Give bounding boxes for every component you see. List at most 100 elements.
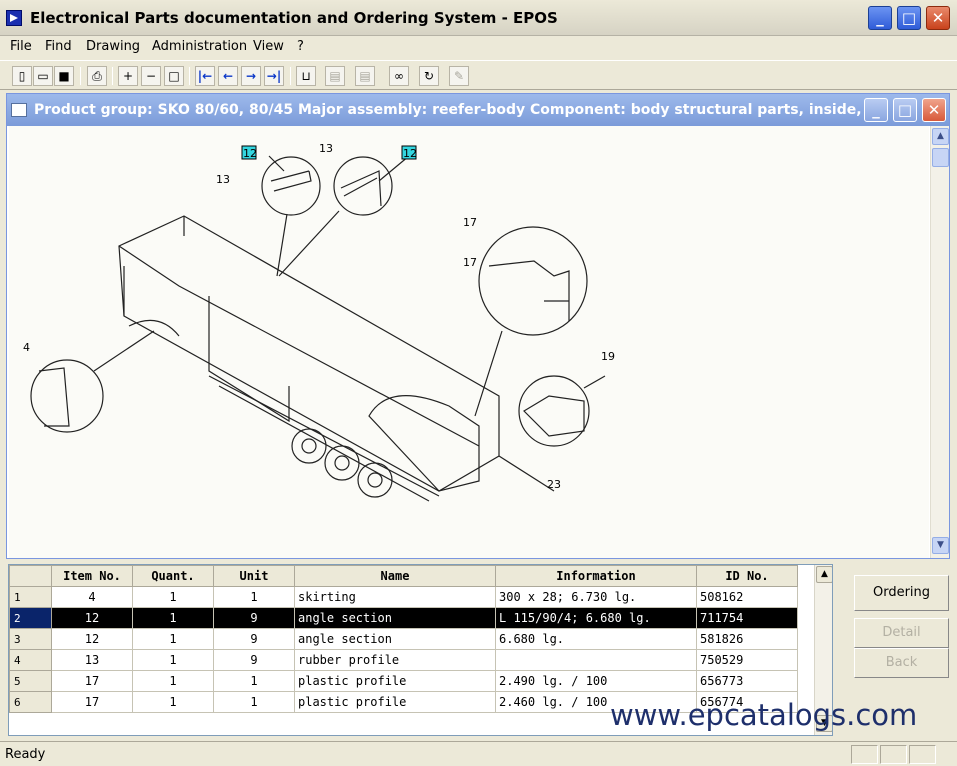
document-icon[interactable]: ▤ [325,66,345,86]
parts-table: Item No. Quant. Unit Name Information ID… [9,565,798,713]
trailer-drawing: 12 13 13 12 17 17 4 19 23 [23,142,615,502]
menu-view[interactable]: View [253,39,284,54]
callout-4: 4 [23,341,30,354]
menu-file[interactable]: File [10,39,32,54]
column-header-name[interactable]: Name [294,565,496,587]
column-header-unit[interactable]: Unit [213,565,295,587]
cell-unit: 1 [213,670,295,692]
child-minimize-button[interactable]: _ [864,98,888,122]
drawing-vertical-scrollbar[interactable]: ▲ ▼ [930,126,949,558]
zoom-out-icon[interactable]: − [141,66,161,86]
open-icon[interactable]: ▭ [33,66,53,86]
drawing-window: Product group: SKO 80/60, 80/45 Major as… [6,93,950,559]
table-row[interactable]: 4 13 1 9 rubber profile 750529 [9,649,798,671]
cell-item-no: 13 [51,649,133,671]
cart-icon[interactable]: ⊔ [296,66,316,86]
row-number: 1 [9,586,52,608]
trailer-body-outline [118,215,500,492]
ordering-button[interactable]: Ordering [854,575,949,611]
binoculars-icon[interactable]: ∞ [389,66,409,86]
column-header-information[interactable]: Information [495,565,697,587]
cell-name: angle section [294,628,496,650]
row-number: 6 [9,691,52,713]
new-icon[interactable]: ▯ [12,66,32,86]
cell-item-no: 4 [51,586,133,608]
child-close-button[interactable]: ✕ [922,98,946,122]
scroll-thumb[interactable] [932,148,949,167]
scroll-down-icon[interactable]: ▼ [932,537,949,554]
detail-section [270,170,312,192]
cell-unit: 9 [213,649,295,671]
row-number: 2 [9,607,52,629]
cell-name: skirting [294,586,496,608]
last-icon[interactable]: →| [264,66,284,86]
exploded-drawing[interactable]: 12 13 13 12 17 17 4 19 23 [9,126,929,558]
cell-unit: 9 [213,628,295,650]
cell-id-no: 656773 [696,670,798,692]
wheel-hub [334,455,350,471]
status-panel [880,745,907,764]
cell-information [495,649,697,671]
table-row[interactable]: 5 17 1 1 plastic profile 2.490 lg. / 100… [9,670,798,692]
cell-name: plastic profile [294,691,496,713]
document-icon[interactable]: ▤ [355,66,375,86]
print-icon[interactable]: ⎙ [87,66,107,86]
cell-unit: 1 [213,691,295,713]
trailer-front-curve [128,319,180,337]
cell-information: 300 x 28; 6.730 lg. [495,586,697,608]
wheel-hub [367,472,383,488]
cell-id-no: 711754 [696,607,798,629]
row-number: 5 [9,670,52,692]
close-button[interactable]: ✕ [926,6,950,30]
scroll-up-icon[interactable]: ▲ [932,128,949,145]
table-row[interactable]: 3 12 1 9 angle section 6.680 lg. 581826 [9,628,798,650]
cell-id-no: 581826 [696,628,798,650]
callout-12: 12 [403,147,417,160]
window-icon [11,103,27,117]
column-header-quant[interactable]: Quant. [132,565,214,587]
maximize-button[interactable]: □ [897,6,921,30]
menu-bar: File Find Drawing Administration View ? [0,36,957,58]
menu-administration[interactable]: Administration [152,39,247,54]
wheel [291,428,327,464]
table-row[interactable]: 1 4 1 1 skirting 300 x 28; 6.730 lg. 508… [9,586,798,608]
cell-quant: 1 [132,691,214,713]
cell-id-no: 508162 [696,586,798,608]
zoom-fit-icon[interactable]: □ [164,66,184,86]
table-row-selected[interactable]: 2 12 1 9 angle section L 115/90/4; 6.680… [9,607,798,629]
pencil-icon[interactable]: ✎ [449,66,469,86]
back-button[interactable]: Back [854,648,949,678]
refresh-icon[interactable]: ↻ [419,66,439,86]
first-icon[interactable]: |← [195,66,215,86]
save-icon[interactable]: ■ [54,66,74,86]
child-maximize-button[interactable]: □ [893,98,917,122]
next-icon[interactable]: → [241,66,261,86]
callout-13: 13 [216,173,230,186]
cell-information: 2.490 lg. / 100 [495,670,697,692]
cell-item-no: 12 [51,628,133,650]
detail-section [340,170,382,207]
previous-icon[interactable]: ← [218,66,238,86]
zoom-in-icon[interactable]: + [118,66,138,86]
menu-help[interactable]: ? [297,39,304,54]
callout-19: 19 [601,350,615,363]
menu-drawing[interactable]: Drawing [86,39,140,54]
cell-quant: 1 [132,586,214,608]
scroll-up-icon[interactable]: ▲ [816,566,832,583]
watermark: www.epcatalogs.com [610,698,918,732]
status-panel [909,745,936,764]
minimize-button[interactable]: _ [868,6,892,30]
row-header-corner [9,565,52,587]
row-number: 4 [9,649,52,671]
cell-unit: 1 [213,586,295,608]
column-header-id-no[interactable]: ID No. [696,565,798,587]
toolbar-separator [80,67,81,85]
detail-button[interactable]: Detail [854,618,949,648]
row-number: 3 [9,628,52,650]
toolbar-separator [112,67,113,85]
detail-circle [478,226,588,336]
status-text: Ready [5,747,46,762]
menu-find[interactable]: Find [45,39,72,54]
column-header-item-no[interactable]: Item No. [51,565,133,587]
callout-17: 17 [463,216,477,229]
